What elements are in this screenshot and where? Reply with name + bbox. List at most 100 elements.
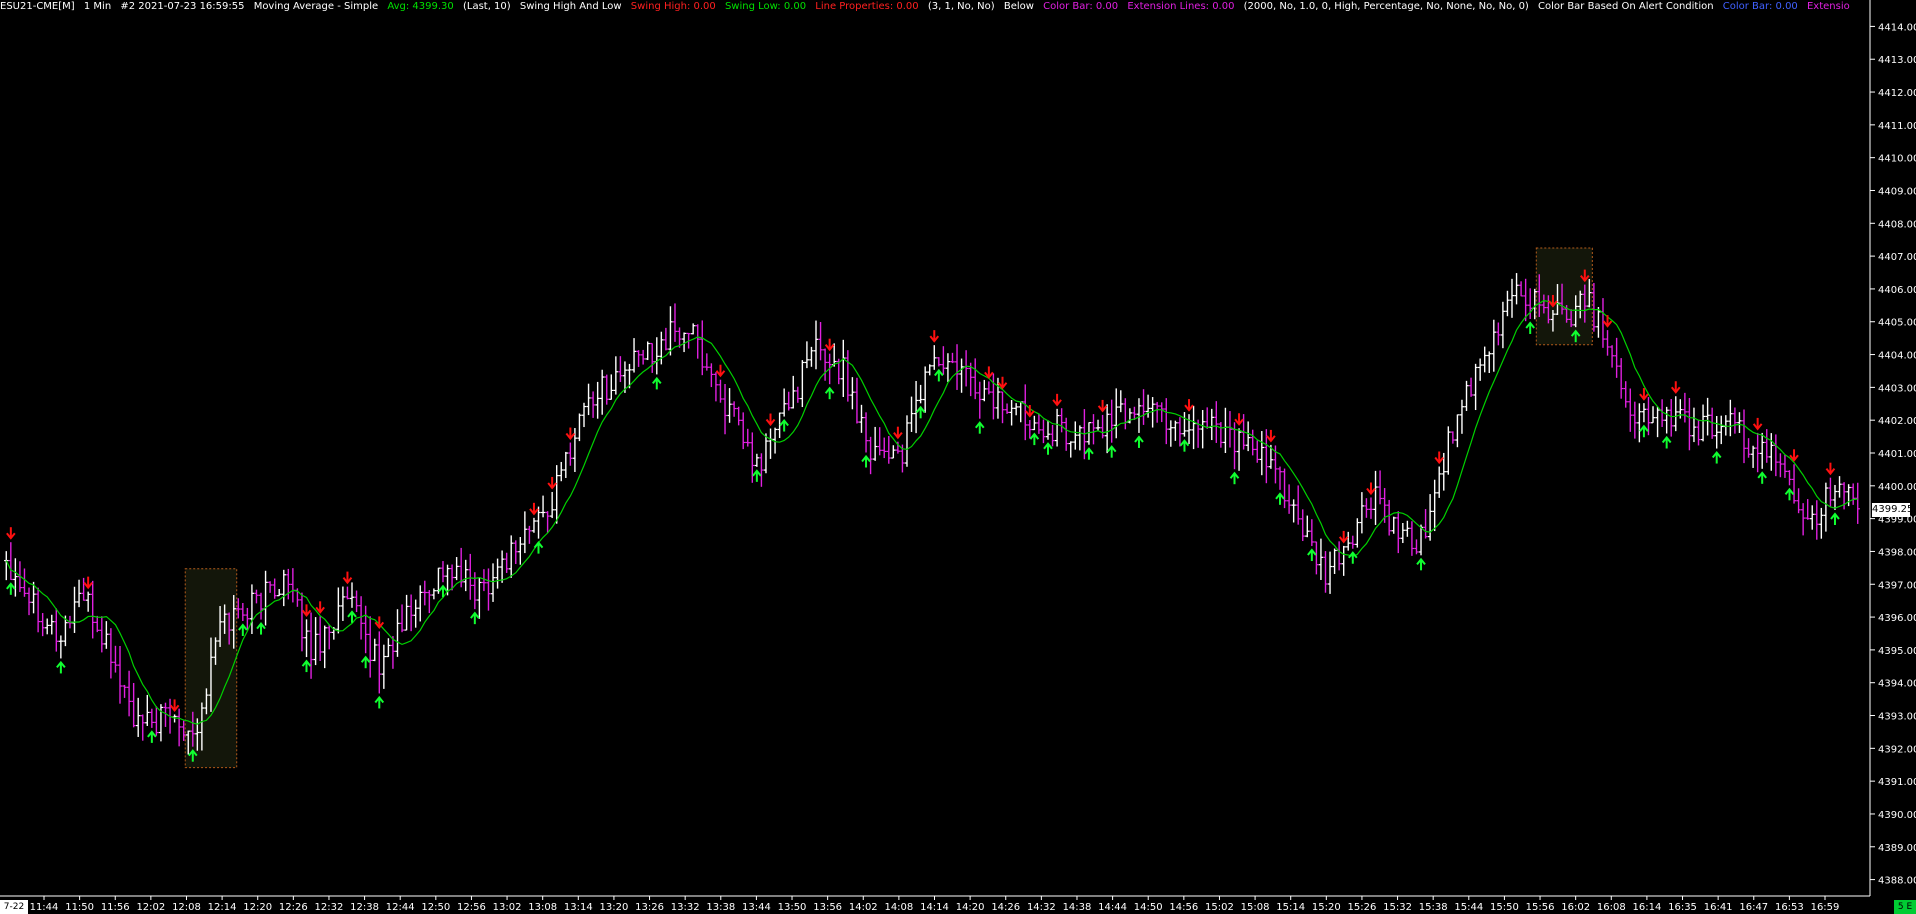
price-bar: [486, 568, 491, 611]
y-tick-label: 4394.00: [1878, 679, 1916, 690]
price-bar: [599, 369, 605, 415]
price-bar: [404, 594, 409, 631]
swing-low-arrow: [752, 469, 762, 482]
x-tick-label: 13:56: [813, 902, 842, 913]
swing-low-arrow: [934, 368, 944, 382]
price-bar: [1245, 421, 1251, 452]
price-bar: [95, 615, 100, 633]
x-tick-label: 15:02: [1205, 902, 1234, 913]
price-bar: [1423, 509, 1428, 539]
price-bar: [1191, 405, 1196, 450]
price-bar: [76, 579, 82, 608]
price-bar: [1036, 413, 1042, 434]
price-bar: [117, 646, 123, 704]
swing-high-arrow: [893, 426, 903, 440]
price-bar: [427, 590, 432, 614]
swing-low-arrow: [1757, 471, 1767, 484]
price-bar: [1437, 466, 1442, 498]
swing-high-arrow: [342, 571, 353, 585]
price-bar: [1305, 515, 1310, 538]
price-bar: [818, 322, 823, 361]
price-bar: [1000, 391, 1005, 424]
price-bar: [1218, 422, 1224, 448]
price-bar: [559, 461, 564, 482]
price-bar: [1227, 411, 1233, 448]
price-bar: [863, 412, 869, 453]
price-bar: [922, 366, 928, 413]
price-bar: [463, 559, 468, 592]
price-bar: [104, 621, 109, 649]
price-bar: [791, 375, 796, 409]
last-price-marker: 4399.25: [1872, 503, 1914, 518]
price-bar: [1236, 428, 1242, 471]
price-bar: [1746, 438, 1751, 458]
x-tick-label: 15:50: [1490, 902, 1519, 913]
y-tick-label: 4389.00: [1878, 843, 1916, 854]
price-bar: [554, 465, 559, 524]
price-bar: [1282, 468, 1287, 509]
swing-high-arrow: [1052, 393, 1062, 407]
swing-high-arrow: [1184, 399, 1194, 412]
swing-low-arrow: [1639, 424, 1649, 438]
price-bar: [1386, 499, 1392, 536]
price-bar: [1477, 358, 1483, 381]
swing-high-arrow: [997, 376, 1008, 390]
price-bar: [495, 558, 500, 589]
price-bar: [786, 391, 791, 411]
price-bar: [1468, 377, 1474, 397]
price-bar: [1414, 539, 1419, 555]
price-bar: [45, 618, 50, 635]
price-bar: [513, 540, 518, 565]
x-tick-label: 13:32: [671, 902, 700, 913]
price-bar: [35, 587, 41, 633]
price-bar: [1300, 509, 1305, 542]
x-axis-start-label: 7-22: [0, 900, 28, 914]
price-bar: [1819, 507, 1824, 539]
price-bar: [1391, 516, 1396, 534]
y-tick-label: 4408.00: [1878, 219, 1916, 230]
swing-high-arrow: [1234, 413, 1244, 426]
price-bar: [909, 396, 914, 432]
price-bar: [299, 592, 305, 652]
price-bar: [349, 582, 355, 608]
price-bar: [113, 645, 118, 673]
price-bar: [1259, 431, 1265, 476]
swing-high-arrow: [6, 527, 16, 540]
price-bar: [1664, 406, 1669, 434]
swing-high-arrow: [1789, 449, 1799, 462]
price-bar: [1850, 483, 1856, 505]
x-tick-label: 15:38: [1419, 902, 1448, 913]
swing-high-arrow: [169, 699, 180, 713]
price-bar: [1700, 404, 1706, 442]
corner-indicator[interactable]: 5 E: [1894, 900, 1916, 914]
price-bar: [1596, 307, 1601, 338]
price-bar: [1405, 520, 1410, 537]
x-tick-label: 16:53: [1775, 902, 1804, 913]
price-bar: [381, 644, 387, 689]
price-bar: [263, 570, 268, 626]
price-bar: [499, 550, 505, 583]
price-bar: [795, 386, 801, 403]
price-bar: [1759, 432, 1765, 469]
x-tick-label: 16:41: [1704, 902, 1733, 913]
price-bar: [522, 511, 528, 554]
price-bar: [1400, 522, 1406, 544]
price-chart[interactable]: 4388.00 4389.00 4390.00 4391.00 4392.00 4393.…: [0, 0, 1916, 914]
price-bar: [1050, 424, 1055, 447]
price-bar: [1141, 389, 1146, 425]
price-bar: [804, 341, 810, 369]
x-tick-label: 14:26: [991, 902, 1020, 913]
y-tick-label: 4406.00: [1878, 285, 1916, 296]
price-bar: [1341, 545, 1346, 576]
x-tick-label: 14:14: [920, 902, 949, 913]
price-bar: [399, 604, 405, 633]
price-bar: [1755, 432, 1760, 473]
x-tick-label: 15:44: [1454, 902, 1483, 913]
price-bar: [950, 352, 955, 364]
swing-high-arrow: [1266, 429, 1276, 443]
price-bar: [1145, 394, 1151, 418]
price-bar: [1773, 434, 1779, 477]
price-bar: [1791, 464, 1797, 504]
y-tick-label: 4401.00: [1878, 449, 1916, 460]
swing-low-arrow: [56, 660, 66, 674]
